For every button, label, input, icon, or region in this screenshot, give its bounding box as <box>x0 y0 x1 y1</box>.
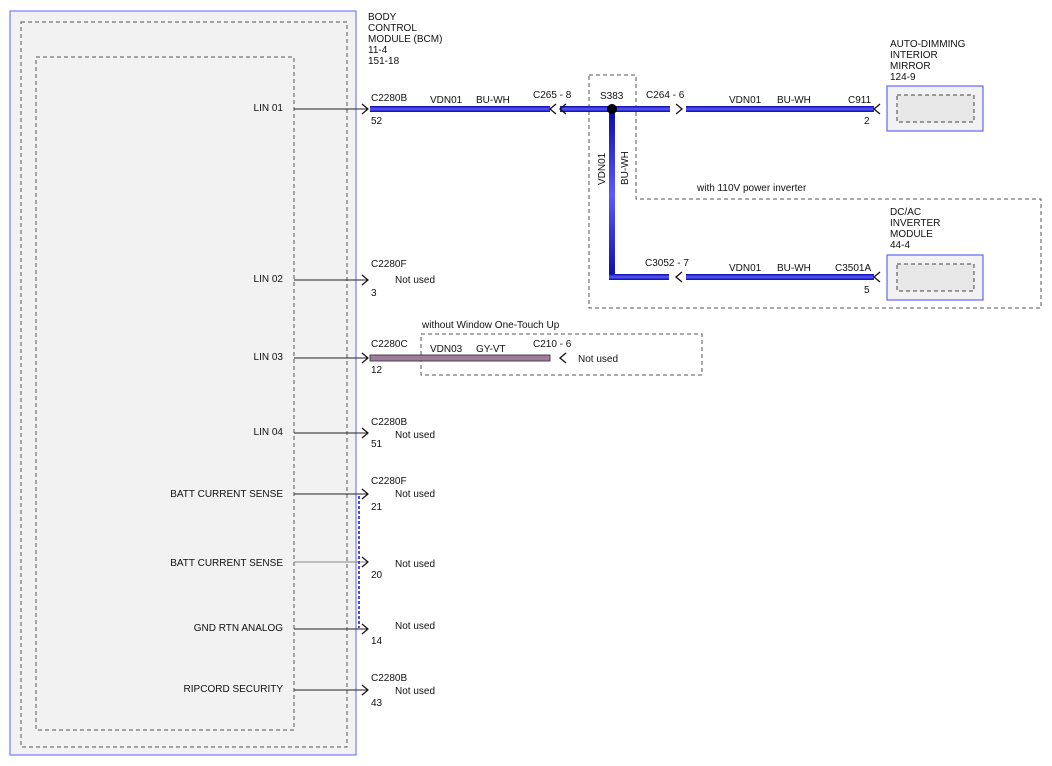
wire-color-vertical: BU-WH <box>620 151 631 185</box>
connector-name: C2280B <box>371 673 407 684</box>
inverter-title-line: 44-4 <box>890 240 910 251</box>
wire-vdn01-segment-6 <box>686 274 874 280</box>
bcm-title-line: CONTROL <box>368 23 417 34</box>
bcm-title-line: BODY <box>368 12 397 23</box>
mirror-title-line: AUTO-DIMMING <box>890 39 966 50</box>
connector-pin: 12 <box>371 365 383 376</box>
chevron-icon <box>675 103 684 115</box>
connector-c3501a-name: C3501A <box>835 263 871 274</box>
wire-circuit: VDN01 <box>729 263 762 274</box>
connector-c265: C265 - 8 <box>533 90 572 101</box>
connector-c911-name: C911 <box>848 95 872 106</box>
connector-pin: 14 <box>371 636 383 647</box>
chevron-icon <box>872 103 881 115</box>
mirror-inner-box <box>896 94 975 123</box>
connector-name: C2280B <box>371 417 407 428</box>
connector-note: Not used <box>395 686 435 697</box>
connector-c210: C210 - 6 <box>533 339 572 350</box>
mirror-title-line: MIRROR <box>890 61 931 72</box>
wire-circuit: VDN01 <box>430 95 463 106</box>
connector-name: C2280F <box>371 476 407 487</box>
wire-vdn01-segment-3 <box>612 106 670 112</box>
connector-note: Not used <box>395 621 435 632</box>
bcm-outer-box <box>9 10 357 756</box>
connector-c210-note: Not used <box>578 354 618 365</box>
chevron-icon <box>674 271 683 283</box>
wire-vdn03 <box>369 354 551 362</box>
bcm-title-line: 11-4 <box>368 45 388 56</box>
wire-vdn01-vertical <box>609 109 615 280</box>
mirror-title-line: 124-9 <box>890 72 916 83</box>
inverter-module: DC/AC INVERTER MODULE 44-4 <box>886 207 984 301</box>
mirror-title-line: INTERIOR <box>890 50 938 61</box>
wire-vdn01-segment-4 <box>686 106 874 112</box>
bcm-module <box>9 10 357 756</box>
inverter-title-line: DC/AC <box>890 207 921 218</box>
wire-color: BU-WH <box>777 263 811 274</box>
wire-circuit: VDN01 <box>729 95 762 106</box>
bcm-title-line: 151-18 <box>368 56 400 67</box>
pin-label-batt-current-sense-1: BATT CURRENT SENSE <box>170 489 283 500</box>
onetouch-option-label: without Window One-Touch Up <box>421 320 560 331</box>
pin-label-batt-current-sense-2: BATT CURRENT SENSE <box>170 558 283 569</box>
pin-label-gnd-rtn-analog: GND RTN ANALOG <box>194 623 283 634</box>
connector-pin: 3 <box>371 288 377 299</box>
connector-note: Not used <box>395 489 435 500</box>
connector-note: Not used <box>395 559 435 570</box>
connector-name: C2280B <box>371 93 407 104</box>
inverter-inner-box <box>896 263 975 292</box>
connector-pin: 21 <box>371 502 383 513</box>
bcm-connector-chevrons <box>361 103 369 696</box>
mirror-module: AUTO-DIMMING INTERIOR MIRROR 124-9 <box>886 39 984 132</box>
connector-pin: 43 <box>371 698 383 709</box>
wire-vdn01-segment-2 <box>560 106 612 112</box>
chevron-icon <box>872 271 881 283</box>
connector-c3052: C3052 - 7 <box>645 258 689 269</box>
pin-label-lin04: LIN 04 <box>254 427 284 438</box>
connector-name: C2280C <box>371 339 408 350</box>
connector-c3501a-pin: 5 <box>864 285 870 296</box>
chevron-icon <box>558 352 567 364</box>
pin-label-lin03: LIN 03 <box>254 352 284 363</box>
wire-vdn01-segment-1 <box>370 106 550 112</box>
wire-color: BU-WH <box>476 95 510 106</box>
inverter-title-line: INVERTER <box>890 218 940 229</box>
connector-pin: 20 <box>371 570 383 581</box>
chevron-icon <box>548 103 557 115</box>
pin-label-lin02: LIN 02 <box>254 274 284 285</box>
connector-note: Not used <box>395 430 435 441</box>
wiring-diagram: BODY CONTROL MODULE (BCM) 11-4 151-18 LI… <box>9 10 1042 756</box>
bcm-connector-labels: C2280B 52 C2280F Not used 3 C2280C 12 C2… <box>371 93 435 709</box>
wire-color: GY-VT <box>476 344 506 355</box>
splice-s383-label: S383 <box>600 91 624 102</box>
wire-vdn01-segment-5 <box>609 274 669 280</box>
splice-s383-dot <box>607 104 617 114</box>
connector-c911-pin: 2 <box>864 116 870 127</box>
inverter-title-line: MODULE <box>890 229 933 240</box>
pin-label-ripcord-security: RIPCORD SECURITY <box>184 684 284 695</box>
connector-pin: 51 <box>371 439 383 450</box>
connector-note: Not used <box>395 275 435 286</box>
bcm-title-line: MODULE (BCM) <box>368 34 442 45</box>
wire-circuit: VDN03 <box>430 344 463 355</box>
connector-pin: 52 <box>371 116 383 127</box>
inverter-option-label: with 110V power inverter <box>696 183 807 194</box>
connector-c264: C264 - 6 <box>646 90 685 101</box>
pin-label-lin01: LIN 01 <box>254 103 284 114</box>
wire-color: BU-WH <box>777 95 811 106</box>
bcm-title: BODY CONTROL MODULE (BCM) 11-4 151-18 <box>368 12 442 67</box>
connector-name: C2280F <box>371 259 407 270</box>
wire-circuit-vertical: VDN01 <box>597 152 608 185</box>
